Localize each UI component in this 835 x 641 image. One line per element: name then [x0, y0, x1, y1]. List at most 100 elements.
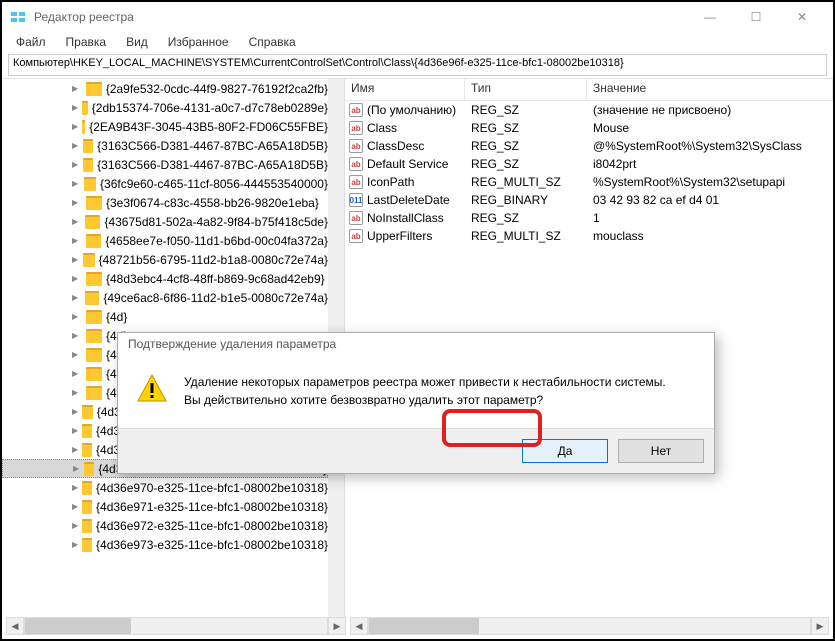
column-data[interactable]: Значение [587, 79, 833, 100]
value-row[interactable]: abClassDescREG_SZ@%SystemRoot%\System32\… [345, 137, 833, 155]
tree-item-label: {3e3f0674-c83c-4558-bb26-9820e1eba} [106, 196, 319, 210]
chevron-right-icon[interactable]: ▶ [72, 540, 78, 549]
window-title: Редактор реестра [34, 10, 134, 24]
tree-item[interactable]: ▶{4d36e971-e325-11ce-bfc1-08002be10318} [2, 497, 328, 516]
tree-item-label: {43675d81-502a-4a82-9f84-b75f418c5de} [104, 215, 328, 229]
chevron-right-icon[interactable]: ▶ [72, 521, 78, 530]
folder-icon [85, 215, 100, 229]
value-name: IconPath [367, 175, 414, 189]
chevron-right-icon[interactable]: ▶ [72, 426, 78, 435]
folder-icon [82, 120, 85, 134]
chevron-right-icon[interactable]: ▶ [72, 483, 78, 492]
value-data: mouclass [587, 229, 833, 243]
folder-icon [86, 196, 102, 210]
confirm-dialog: Подтверждение удаления параметра Удалени… [117, 332, 715, 474]
value-row[interactable]: ab(По умолчанию)REG_SZ(значение не присв… [345, 101, 833, 119]
value-row[interactable]: abIconPathREG_MULTI_SZ%SystemRoot%\Syste… [345, 173, 833, 191]
chevron-right-icon[interactable]: ▶ [72, 236, 82, 245]
chevron-right-icon[interactable]: ▶ [72, 388, 82, 397]
chevron-right-icon[interactable]: ▶ [72, 331, 82, 340]
tree-item[interactable]: ▶ {36fc9e60-c465-11cf-8056-444553540000} [2, 174, 328, 193]
folder-icon [86, 348, 102, 362]
chevron-right-icon[interactable]: ▶ [72, 103, 78, 112]
tree-item[interactable]: ▶{4d36e972-e325-11ce-bfc1-08002be10318} [2, 516, 328, 535]
tree-item-label: {3163C566-D381-4467-87BC-A65A18D5B} [97, 139, 328, 153]
tree-item[interactable]: ▶{2db15374-706e-4131-a0c7-d7c78eb0289e} [2, 98, 328, 117]
menu-help[interactable]: Справка [241, 33, 304, 51]
h-scrollbar[interactable]: ◀ ▶ [6, 617, 346, 635]
minimize-button[interactable]: — [687, 2, 733, 32]
value-type: REG_SZ [465, 121, 587, 135]
yes-button[interactable]: Да [522, 439, 608, 463]
dialog-line2: Вы действительно хотите безвозвратно уда… [184, 391, 666, 409]
chevron-right-icon[interactable]: ▶ [72, 255, 79, 264]
chevron-right-icon[interactable]: ▶ [73, 464, 80, 473]
tree-item[interactable]: ▶{4d} [2, 307, 328, 326]
chevron-right-icon[interactable]: ▶ [72, 369, 82, 378]
menu-favorites[interactable]: Избранное [160, 33, 237, 51]
value-sz-icon: ab [349, 157, 363, 171]
scroll-left-icon[interactable]: ◀ [350, 617, 368, 635]
chevron-right-icon[interactable]: ▶ [72, 198, 82, 207]
chevron-right-icon[interactable]: ▶ [72, 445, 78, 454]
folder-icon [86, 272, 102, 286]
tree-item-label: {4d36e970-e325-11ce-bfc1-08002be10318} [96, 481, 328, 495]
scroll-right-icon[interactable]: ▶ [328, 617, 346, 635]
value-name: UpperFilters [367, 229, 432, 243]
folder-icon [83, 253, 94, 267]
tree-item[interactable]: ▶ {4d36e970-e325-11ce-bfc1-08002be10318} [2, 478, 328, 497]
chevron-right-icon[interactable]: ▶ [72, 217, 81, 226]
chevron-right-icon[interactable]: ▶ [72, 160, 79, 169]
tree-item[interactable]: ▶{4658ee7e-f050-11d1-b6bd-00c04fa372a} [2, 231, 328, 250]
chevron-right-icon[interactable]: ▶ [72, 350, 82, 359]
chevron-right-icon[interactable]: ▶ [72, 179, 80, 188]
values-header: Имя Тип Значение [345, 79, 833, 101]
menu-file[interactable]: Файл [8, 33, 54, 51]
value-row[interactable]: abDefault ServiceREG_SZi8042prt [345, 155, 833, 173]
h-scrollbar-right[interactable]: ◀ ▶ [350, 617, 829, 635]
address-bar[interactable]: Компьютер\HKEY_LOCAL_MACHINE\SYSTEM\Curr… [8, 54, 827, 76]
value-row[interactable]: abNoInstallClassREG_SZ1 [345, 209, 833, 227]
menu-edit[interactable]: Правка [58, 33, 115, 51]
value-type: REG_MULTI_SZ [465, 175, 587, 189]
value-data: %SystemRoot%\System32\setupapi [587, 175, 833, 189]
chevron-right-icon[interactable]: ▶ [72, 84, 82, 93]
menu-view[interactable]: Вид [118, 33, 156, 51]
chevron-right-icon[interactable]: ▶ [72, 312, 82, 321]
tree-item[interactable]: ▶{48721b56-6795-11d2-b1a8-0080c72e74a} [2, 250, 328, 269]
value-type: REG_SZ [465, 211, 587, 225]
scroll-left-icon[interactable]: ◀ [6, 617, 24, 635]
tree-item[interactable]: ▶ {3163C566-D381-4467-87BC-A65A18D5B} [2, 136, 328, 155]
tree-item[interactable]: ▶ {43675d81-502a-4a82-9f84-b75f418c5de} [2, 212, 328, 231]
maximize-button[interactable]: ☐ [733, 2, 779, 32]
scroll-right-icon[interactable]: ▶ [811, 617, 829, 635]
column-type[interactable]: Тип [465, 79, 587, 100]
value-sz-icon: ab [349, 139, 363, 153]
tree-item[interactable]: ▶{48d3ebc4-4cf8-48ff-b869-9c68ad42eb9} [2, 269, 328, 288]
app-icon [10, 9, 26, 25]
column-name[interactable]: Имя [345, 79, 465, 100]
tree-item[interactable]: ▶ {2a9fe532-0cdc-44f9-9827-76192f2ca2fb} [2, 79, 328, 98]
tree-item-label: {2a9fe532-0cdc-44f9-9827-76192f2ca2fb} [106, 82, 328, 96]
tree-item[interactable]: ▶ {3e3f0674-c83c-4558-bb26-9820e1eba} [2, 193, 328, 212]
chevron-right-icon[interactable]: ▶ [72, 502, 78, 511]
chevron-right-icon[interactable]: ▶ [72, 122, 78, 131]
chevron-right-icon[interactable]: ▶ [72, 407, 78, 416]
tree-item[interactable]: ▶{4d36e973-e325-11ce-bfc1-08002be10318} [2, 535, 328, 554]
tree-item-label: {49ce6ac8-6f86-11d2-b1e5-0080c72e74a} [103, 291, 328, 305]
folder-icon [82, 424, 92, 438]
tree-item[interactable]: ▶{2EA9B43F-3045-43B5-80F2-FD06C55FBE} [2, 117, 328, 136]
chevron-right-icon[interactable]: ▶ [72, 141, 79, 150]
chevron-right-icon[interactable]: ▶ [72, 293, 81, 302]
chevron-right-icon[interactable]: ▶ [72, 274, 82, 283]
folder-icon [85, 291, 99, 305]
close-button[interactable]: ✕ [779, 2, 825, 32]
value-row[interactable]: 011LastDeleteDateREG_BINARY03 42 93 82 c… [345, 191, 833, 209]
tree-item-label: {36fc9e60-c465-11cf-8056-444553540000} [100, 177, 328, 191]
tree-item[interactable]: ▶{3163C566-D381-4467-87BC-A65A18D5B} [2, 155, 328, 174]
folder-icon [82, 443, 92, 457]
value-row[interactable]: abClassREG_SZMouse [345, 119, 833, 137]
value-row[interactable]: abUpperFiltersREG_MULTI_SZmouclass [345, 227, 833, 245]
tree-item[interactable]: ▶ {49ce6ac8-6f86-11d2-b1e5-0080c72e74a} [2, 288, 328, 307]
no-button[interactable]: Нет [618, 439, 704, 463]
